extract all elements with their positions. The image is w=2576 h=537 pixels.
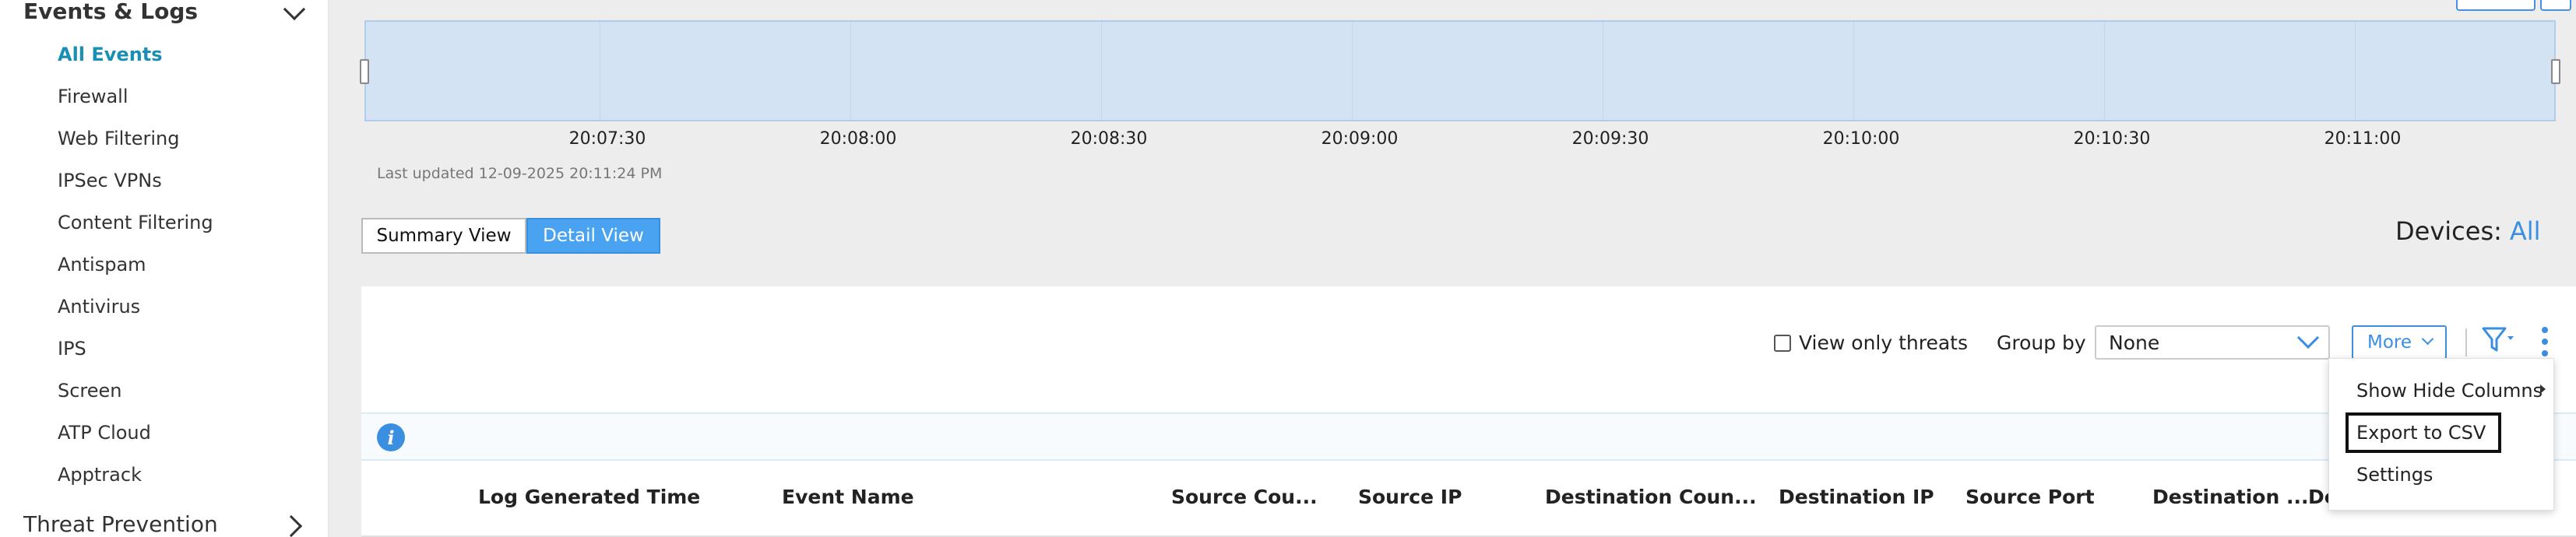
sidebar-item-content-filtering[interactable]: Content Filtering [58, 212, 213, 233]
sidebar-item-firewall[interactable]: Firewall [58, 86, 128, 107]
column-header-source-country[interactable]: Source Cou... [1171, 486, 1318, 508]
filter-icon[interactable] [2481, 325, 2515, 356]
devices-filter: Devices: All [2395, 216, 2541, 246]
column-header-source-port[interactable]: Source Port [1965, 486, 2095, 508]
menu-item-settings[interactable]: Settings [2356, 464, 2433, 486]
section-header-threat-prevention[interactable]: Threat Prevention [23, 511, 218, 537]
sidebar-item-all-events[interactable]: All Events [58, 44, 163, 65]
menu-item-show-hide-columns[interactable]: Show Hide Columns [2356, 380, 2543, 402]
timeline-right-handle[interactable] [2551, 59, 2560, 84]
column-header-destination-port[interactable]: Destination ... [2152, 486, 2308, 508]
kebab-menu-icon[interactable] [2536, 325, 2554, 358]
timeline-tick: 20:10:30 [2073, 129, 2151, 149]
sidebar-item-web-filtering[interactable]: Web Filtering [58, 128, 180, 149]
sidebar-item-ips[interactable]: IPS [58, 338, 86, 360]
chevron-right-icon[interactable] [280, 514, 303, 537]
timeline-tick: 20:08:00 [819, 129, 897, 149]
view-only-threats-label[interactable]: View only threats [1799, 332, 1968, 354]
timeline-tick: 20:09:30 [1571, 129, 1649, 149]
group-by-label: Group by [1997, 332, 2086, 354]
column-header-destination-country[interactable]: Destination Coun... [1545, 486, 1757, 508]
timeline-control-button[interactable] [2456, 0, 2536, 11]
column-header-event-name[interactable]: Event Name [782, 486, 914, 508]
column-header-source-ip[interactable]: Source IP [1358, 486, 1462, 508]
sidebar-item-antispam[interactable]: Antispam [58, 254, 146, 276]
submenu-arrow-icon [2540, 384, 2546, 394]
timeline-expand-button[interactable] [2540, 0, 2571, 11]
column-header-log-generated-time[interactable]: Log Generated Time [478, 486, 700, 508]
view-only-threats-checkbox[interactable] [1774, 335, 1791, 352]
timeline-tick: 20:07:30 [568, 129, 646, 149]
sidebar-item-antivirus[interactable]: Antivirus [58, 296, 140, 318]
section-header-events-logs[interactable]: Events & Logs [23, 0, 198, 24]
sidebar-item-screen[interactable]: Screen [58, 380, 122, 402]
more-button-label: More [2367, 332, 2412, 353]
chevron-down-icon[interactable] [283, 0, 306, 21]
column-header-destination-ip[interactable]: Destination IP [1779, 486, 1934, 508]
devices-value-link[interactable]: All [2510, 216, 2541, 246]
info-icon[interactable]: i [377, 423, 405, 451]
sidebar: Events & Logs All Events Firewall Web Fi… [0, 0, 329, 537]
info-banner [361, 412, 2576, 461]
timeline-brush[interactable] [364, 20, 2556, 121]
devices-label: Devices: [2395, 216, 2502, 246]
timeline-tick: 20:08:30 [1070, 129, 1148, 149]
sidebar-item-apptrack[interactable]: Apptrack [58, 464, 142, 486]
last-updated-text: Last updated 12-09-2025 20:11:24 PM [377, 165, 663, 182]
timeline-tick: 20:10:00 [1822, 129, 1900, 149]
toolbar-divider [2465, 328, 2467, 356]
timeline-tick: 20:09:00 [1321, 129, 1399, 149]
timeline-left-handle[interactable] [360, 59, 369, 84]
sidebar-item-atp-cloud[interactable]: ATP Cloud [58, 422, 151, 444]
detail-view-button[interactable]: Detail View [526, 218, 660, 254]
summary-view-button[interactable]: Summary View [361, 218, 526, 254]
menu-item-export-to-csv[interactable]: Export to CSV [2356, 422, 2486, 444]
group-by-value: None [2109, 332, 2160, 354]
sidebar-item-ipsec-vpns[interactable]: IPSec VPNs [58, 170, 162, 191]
timeline-tick: 20:11:00 [2324, 129, 2402, 149]
more-button[interactable]: More [2352, 325, 2447, 360]
